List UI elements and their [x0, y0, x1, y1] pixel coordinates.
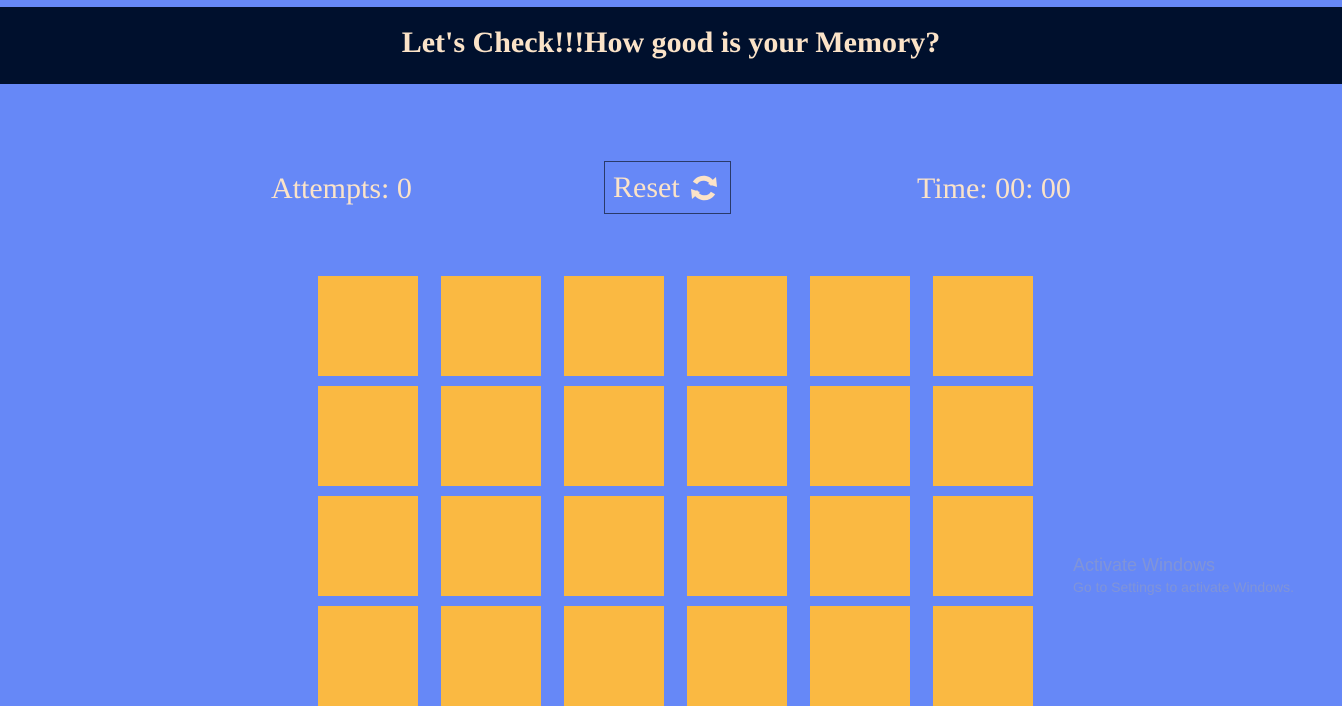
memory-card[interactable]	[441, 606, 541, 706]
memory-card[interactable]	[441, 386, 541, 486]
page-title: Let's Check!!!How good is your Memory?	[401, 25, 941, 59]
memory-card[interactable]	[318, 496, 418, 596]
memory-card[interactable]	[933, 606, 1033, 706]
memory-card[interactable]	[810, 386, 910, 486]
memory-card[interactable]	[933, 276, 1033, 376]
memory-card[interactable]	[933, 496, 1033, 596]
memory-card[interactable]	[441, 276, 541, 376]
attempts-counter: Attempts: 0	[271, 172, 412, 205]
card-grid	[318, 276, 1033, 706]
memory-card[interactable]	[318, 386, 418, 486]
memory-card[interactable]	[564, 496, 664, 596]
page-header: Let's Check!!!How good is your Memory?	[0, 7, 1342, 84]
memory-card[interactable]	[687, 606, 787, 706]
memory-card[interactable]	[687, 386, 787, 486]
memory-card[interactable]	[687, 276, 787, 376]
top-strip	[0, 0, 1342, 7]
memory-card[interactable]	[810, 496, 910, 596]
refresh-icon	[688, 172, 720, 204]
windows-activation-watermark: Activate Windows Go to Settings to activ…	[1073, 553, 1294, 597]
memory-card[interactable]	[810, 606, 910, 706]
memory-card[interactable]	[564, 386, 664, 486]
memory-card[interactable]	[564, 606, 664, 706]
memory-card[interactable]	[564, 276, 664, 376]
watermark-title: Activate Windows	[1073, 555, 1216, 575]
timer: Time: 00: 00	[917, 172, 1071, 205]
reset-button-label: Reset	[613, 170, 680, 204]
reset-button[interactable]: Reset	[604, 161, 731, 214]
watermark-subtitle: Go to Settings to activate Windows.	[1073, 579, 1294, 595]
memory-card[interactable]	[441, 496, 541, 596]
memory-card[interactable]	[318, 276, 418, 376]
memory-card[interactable]	[318, 606, 418, 706]
memory-card[interactable]	[933, 386, 1033, 486]
memory-card[interactable]	[687, 496, 787, 596]
memory-card[interactable]	[810, 276, 910, 376]
